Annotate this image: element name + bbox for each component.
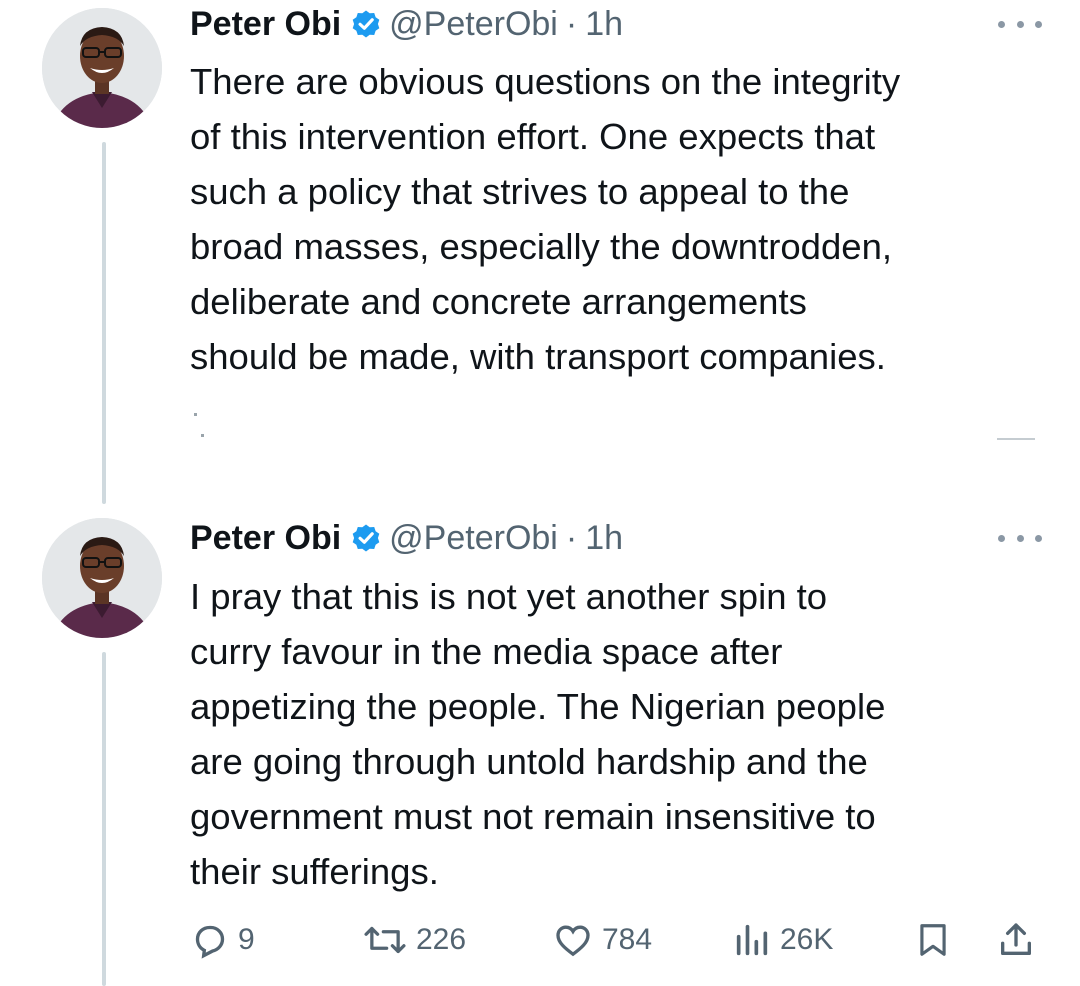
tweet-line: are going through untold hardship and th…	[190, 741, 868, 782]
repost-count: 226	[416, 923, 467, 956]
reply-button[interactable]: 9	[190, 915, 255, 965]
image-artifact	[201, 434, 204, 437]
timestamp[interactable]: 1h	[585, 5, 623, 44]
author-name[interactable]: Peter Obi	[190, 519, 341, 558]
verified-badge-icon	[352, 524, 380, 552]
tweet-line: such a policy that strives to appeal to …	[190, 171, 850, 212]
tweet-line: I pray that this is not yet another spin…	[190, 576, 828, 617]
more-options-icon[interactable]	[998, 530, 1042, 546]
like-icon	[556, 925, 590, 957]
avatar-photo	[42, 518, 162, 638]
share-button[interactable]	[996, 915, 1036, 965]
tweet-header: Peter Obi @PeterObi · 1h	[190, 2, 623, 46]
tweet-line: should be made, with transport companies…	[190, 336, 886, 377]
author-handle[interactable]: @PeterObi	[389, 519, 558, 558]
tweet-line: appetizing the people. The Nigerian peop…	[190, 686, 886, 727]
reply-icon	[195, 925, 225, 959]
tweet-header: Peter Obi @PeterObi · 1h	[190, 516, 623, 560]
like-button[interactable]: 784	[552, 915, 652, 965]
thread-line-bottom	[102, 652, 106, 986]
image-artifact	[997, 438, 1035, 440]
tweet-actions: 9 226 784 26K	[190, 915, 1050, 965]
timestamp[interactable]: 1h	[585, 519, 623, 558]
tweet-line: of this intervention effort. One expects…	[190, 116, 876, 157]
views-icon	[736, 924, 768, 956]
verified-badge-icon	[352, 10, 380, 38]
tweet-line: curry favour in the media space after	[190, 631, 783, 672]
header-separator: ·	[565, 518, 578, 557]
author-handle[interactable]: @PeterObi	[389, 5, 558, 44]
header-separator: ·	[565, 4, 578, 43]
tweet-text: There are obvious questions on the integ…	[190, 54, 1050, 384]
tweet-text: I pray that this is not yet another spin…	[190, 569, 1050, 899]
bookmark-button[interactable]	[914, 915, 952, 965]
repost-button[interactable]: 226	[362, 915, 466, 965]
tweet-line: deliberate and concrete arrangements	[190, 281, 807, 322]
avatar[interactable]	[42, 518, 162, 638]
tweet-line: broad masses, especially the downtrodden…	[190, 226, 893, 267]
repost-icon	[364, 926, 406, 954]
tweet-line: their sufferings.	[190, 851, 439, 892]
author-name[interactable]: Peter Obi	[190, 5, 341, 44]
thread-line-top	[102, 142, 106, 504]
tweet-line: government must not remain insensitive t…	[190, 796, 876, 837]
more-options-icon[interactable]	[998, 16, 1042, 32]
avatar-photo	[42, 8, 162, 128]
tweet-line: There are obvious questions on the integ…	[190, 61, 901, 102]
views-button[interactable]: 26K	[732, 915, 833, 965]
share-icon	[1001, 923, 1031, 955]
like-count: 784	[602, 923, 653, 956]
avatar[interactable]	[42, 8, 162, 128]
image-artifact	[194, 413, 197, 416]
reply-count: 9	[238, 923, 255, 956]
bookmark-icon	[920, 924, 946, 956]
views-count: 26K	[780, 923, 834, 956]
